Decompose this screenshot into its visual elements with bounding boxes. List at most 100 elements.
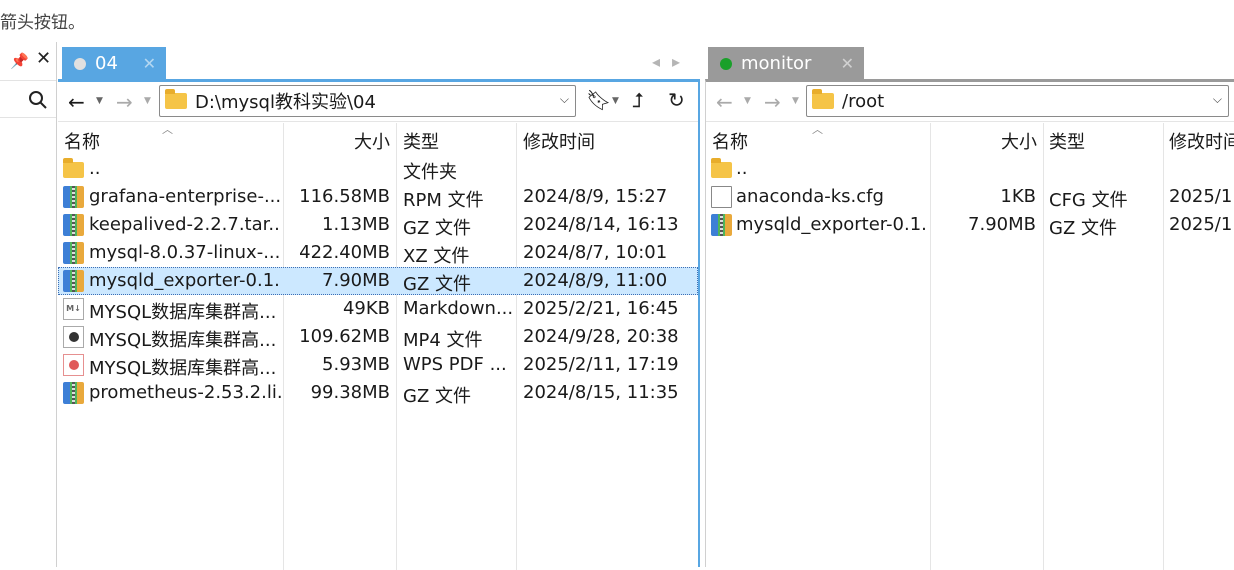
- column-header-name[interactable]: 名称: [712, 128, 748, 154]
- file-size: 7.90MB: [322, 270, 390, 291]
- file-name: MYSQL数据库集群高...: [89, 330, 277, 351]
- file-size: 422.40MB: [299, 242, 390, 263]
- file-row[interactable]: mysql-8.0.37-linux-... 422.40MB XZ 文件 2024/…: [58, 239, 698, 267]
- file-type: XZ 文件: [403, 246, 470, 267]
- tab-local-04[interactable]: 04 ✕: [62, 47, 166, 80]
- back-dropdown-icon[interactable]: ▼: [96, 96, 103, 106]
- back-dropdown-icon[interactable]: ▼: [744, 96, 751, 106]
- file-modified: 2025/1: [1169, 186, 1233, 207]
- parent-folder-icon[interactable]: ⮥: [632, 88, 644, 112]
- folder-icon: [812, 89, 834, 109]
- file-row[interactable]: MYSQL数据库集群高... 109.62MB MP4 文件 2024/9/28, 2…: [58, 323, 698, 351]
- refresh-icon[interactable]: ↻: [668, 88, 685, 112]
- file-name: mysql-8.0.37-linux-...: [89, 242, 281, 263]
- file-name: mysqld_exporter-0.1...: [89, 270, 281, 291]
- forward-dropdown-icon[interactable]: ▼: [792, 96, 799, 106]
- file-name: ..: [736, 158, 748, 179]
- column-header-name[interactable]: 名称: [64, 128, 100, 154]
- column-header-size[interactable]: 大小: [1001, 128, 1037, 154]
- bookmark-icon[interactable]: 🔖︎: [586, 88, 611, 112]
- file-modified: 2024/8/7, 10:01: [523, 242, 668, 263]
- back-arrow-icon[interactable]: ←: [716, 90, 733, 114]
- file-size: 1KB: [1000, 186, 1036, 207]
- mp4-icon: [63, 326, 84, 348]
- file-size: 116.58MB: [299, 186, 390, 207]
- file-name: anaconda-ks.cfg: [736, 186, 884, 207]
- file-row[interactable]: ..: [706, 155, 1234, 183]
- tab-status-dot: [74, 57, 86, 70]
- file-size: 99.38MB: [310, 382, 390, 403]
- column-header-modified[interactable]: 修改时间: [523, 128, 595, 154]
- top-strip: 箭头按钮。: [0, 0, 1234, 42]
- remote-path-field[interactable]: /root ⌵: [806, 85, 1229, 117]
- file-type: GZ 文件: [1049, 218, 1118, 239]
- search-icon[interactable]: [28, 90, 48, 110]
- file-size: 49KB: [342, 298, 390, 319]
- sidebar-search[interactable]: [0, 80, 56, 118]
- local-list-header: ︿ 名称 大小 类型 修改时间: [58, 123, 698, 155]
- local-file-panel: ← ▼ → ▼ D:\mysql教科实验\04 ⌵ 🔖︎ ▼ ⮥ ↻ ︿ 名称 …: [58, 79, 700, 570]
- tab-scroll-arrows[interactable]: ◂▸: [652, 52, 692, 71]
- file-row[interactable]: grafana-enterprise-... 116.58MB RPM 文件 2024…: [58, 183, 698, 211]
- pdf-icon: [63, 354, 84, 376]
- file-row[interactable]: anaconda-ks.cfg 1KB CFG 文件 2025/1: [706, 183, 1234, 211]
- forward-arrow-icon[interactable]: →: [116, 90, 133, 114]
- file-row[interactable]: .. 文件夹: [58, 155, 698, 183]
- folder-icon: [165, 89, 187, 109]
- tab-prev-icon[interactable]: ◂: [652, 52, 672, 71]
- close-icon[interactable]: ✕: [36, 48, 51, 69]
- forward-dropdown-icon[interactable]: ▼: [144, 96, 151, 106]
- file-type: GZ 文件: [403, 218, 472, 239]
- local-toolbar: ← ▼ → ▼ D:\mysql教科实验\04 ⌵ 🔖︎ ▼ ⮥ ↻: [58, 82, 698, 122]
- tab-label: monitor: [741, 53, 812, 74]
- column-header-type[interactable]: 类型: [1049, 128, 1085, 154]
- file-modified: 2024/8/9, 11:00: [523, 270, 668, 291]
- remote-file-panel: ← ▼ → ▼ /root ⌵ ︿ 名称 大小 类型 修改时间 .. anacon…: [705, 79, 1234, 570]
- file-modified: 2024/8/9, 15:27: [523, 186, 668, 207]
- column-header-type[interactable]: 类型: [403, 128, 439, 154]
- remote-file-list: ︿ 名称 大小 类型 修改时间 .. anaconda-ks.cfg 1KB CFG …: [706, 123, 1234, 239]
- pin-icon[interactable]: 📌: [10, 52, 29, 70]
- tab-next-icon[interactable]: ▸: [672, 52, 692, 71]
- file-name: grafana-enterprise-...: [89, 186, 281, 207]
- local-file-list: ︿ 名称 大小 类型 修改时间 .. 文件夹 grafana-enterprise-…: [58, 123, 698, 407]
- forward-arrow-icon[interactable]: →: [764, 90, 781, 114]
- column-header-modified[interactable]: 修改时间: [1169, 128, 1234, 154]
- file-name: prometheus-2.53.2.li...: [89, 382, 281, 403]
- chevron-down-icon[interactable]: ⌵: [1213, 92, 1222, 107]
- local-path-text: D:\mysql教科实验\04: [195, 92, 376, 113]
- file-icon: [711, 186, 732, 208]
- file-row[interactable]: MYSQL数据库集群高... 5.93MB WPS PDF ... 2025/2/11…: [58, 351, 698, 379]
- file-modified: 2025/1: [1169, 214, 1233, 235]
- file-modified: 2024/8/14, 16:13: [523, 214, 679, 235]
- file-row[interactable]: keepalived-2.2.7.tar.... 1.13MB GZ 文件 2024/…: [58, 211, 698, 239]
- bookmark-dropdown-icon[interactable]: ▼: [612, 96, 619, 106]
- file-modified: 2024/8/15, 11:35: [523, 382, 679, 403]
- archive-icon: [63, 270, 84, 292]
- file-row[interactable]: prometheus-2.53.2.li... 99.38MB GZ 文件 2024/…: [58, 379, 698, 407]
- archive-icon: [63, 382, 84, 404]
- file-type: MP4 文件: [403, 330, 483, 351]
- file-name: MYSQL数据库集群高...: [89, 358, 277, 379]
- file-row[interactable]: mysqld_exporter-0.1... 7.90MB GZ 文件 2024/8/…: [58, 267, 698, 295]
- file-row[interactable]: mysqld_exporter-0.1... 7.90MB GZ 文件 2025/1: [706, 211, 1234, 239]
- tab-status-dot: [720, 57, 732, 70]
- file-row[interactable]: M↓ MYSQL数据库集群高... 49KB Markdown... 2025/2/21…: [58, 295, 698, 323]
- file-type: GZ 文件: [403, 274, 472, 295]
- local-path-field[interactable]: D:\mysql教科实验\04 ⌵: [159, 85, 576, 117]
- tab-label: 04: [95, 53, 118, 74]
- tab-close-icon[interactable]: ✕: [143, 54, 156, 73]
- file-name: ..: [89, 158, 101, 179]
- file-modified: 2025/2/11, 17:19: [523, 354, 679, 375]
- file-size: 109.62MB: [299, 326, 390, 347]
- file-type: WPS PDF ...: [403, 354, 507, 375]
- archive-icon: [63, 214, 84, 236]
- archive-icon: [711, 214, 732, 236]
- file-type: Markdown...: [403, 298, 513, 319]
- back-arrow-icon[interactable]: ←: [68, 90, 85, 114]
- column-header-size[interactable]: 大小: [354, 128, 390, 154]
- tab-remote-monitor[interactable]: monitor ✕: [708, 47, 864, 80]
- tab-close-icon[interactable]: ✕: [841, 54, 854, 73]
- chevron-down-icon[interactable]: ⌵: [560, 92, 569, 107]
- file-type: CFG 文件: [1049, 190, 1128, 211]
